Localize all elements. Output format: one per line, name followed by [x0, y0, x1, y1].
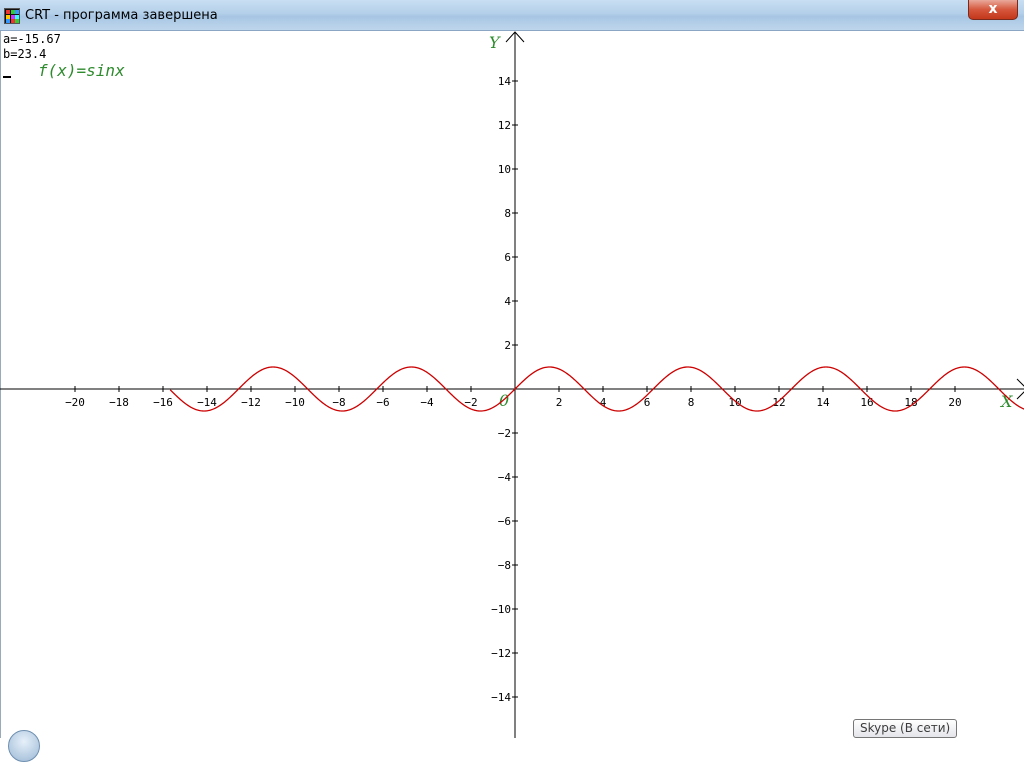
x-tick-label: −20: [65, 396, 85, 409]
console-line-b: b=23.4: [3, 47, 47, 61]
y-tick-label: −8: [498, 559, 511, 572]
x-tick-label: −18: [109, 396, 129, 409]
x-tick-label: 2: [556, 396, 563, 409]
x-tick-label: −10: [285, 396, 305, 409]
x-tick-label: 16: [860, 396, 873, 409]
y-tick-label: 4: [504, 295, 511, 308]
y-tick-label: −4: [498, 471, 512, 484]
x-tick-label: 10: [728, 396, 741, 409]
x-tick-label: −14: [197, 396, 217, 409]
x-tick-label: −12: [241, 396, 261, 409]
y-tick-label: 14: [498, 75, 512, 88]
y-tick-label: −10: [491, 603, 511, 616]
start-orb-icon[interactable]: [8, 730, 40, 762]
skype-tooltip: Skype (В сети): [853, 719, 958, 738]
x-tick-label: 12: [772, 396, 785, 409]
origin-label: 0: [499, 391, 509, 410]
y-tick-label: 8: [504, 207, 511, 220]
function-label: f(x)=sinx: [38, 61, 125, 80]
sine-plot: −20 −18 −16 −14 −12 −10 −8 −6 −4 −2 2 4 6 8 10 12 14 16 18…: [0, 31, 1024, 738]
y-axis-label: Y: [489, 33, 501, 52]
x-tick-label: −6: [376, 396, 389, 409]
x-tick-label: −4: [420, 396, 434, 409]
y-tick-label: −12: [491, 647, 511, 660]
x-tick-label: 8: [688, 396, 695, 409]
x-axis-label: X: [999, 392, 1013, 411]
y-tick-label: 2: [504, 339, 511, 352]
y-tick-label: −2: [498, 427, 511, 440]
x-tick-label: 14: [816, 396, 830, 409]
y-tick-label: 6: [504, 251, 511, 264]
y-tick-label: −6: [498, 515, 511, 528]
x-tick-label: −16: [153, 396, 173, 409]
y-tick-label: −14: [491, 691, 511, 704]
y-tick-label: 12: [498, 119, 511, 132]
x-tick-label: 20: [948, 396, 961, 409]
console-line-a: a=-15.67: [3, 32, 61, 46]
y-tick-label: 10: [498, 163, 511, 176]
text-cursor: [3, 76, 11, 78]
x-tick-label: −8: [332, 396, 345, 409]
